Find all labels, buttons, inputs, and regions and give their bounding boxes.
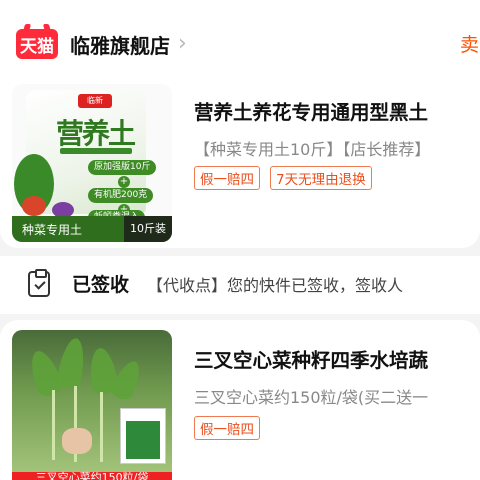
delivery-status-label: 已签收 <box>72 274 130 296</box>
delivery-message: 【代收点】您的快件已签收，签收人 <box>147 275 404 295</box>
image-caption: 三叉空心菜约150粒/袋 <box>12 472 172 480</box>
stem-graphic <box>52 390 55 460</box>
tag-7day-return: 7天无理由退换 <box>270 166 372 190</box>
order-card-2: 三叉空心菜约150粒/袋 三叉空心菜种籽四季水培蔬 三叉空心菜约150粒/袋(买… <box>0 320 480 480</box>
product-image-water-spinach[interactable]: 三叉空心菜约150粒/袋 <box>12 330 172 480</box>
tmall-logo: 天猫 <box>16 29 58 59</box>
strip-right-label: 10斤装 <box>124 216 172 242</box>
seed-pack-graphic <box>120 408 166 464</box>
bag-bullet: 有机肥200克 <box>88 188 154 203</box>
store-name[interactable]: 临雅旗舰店 <box>70 30 170 59</box>
strip-left-label: 种菜专用土 <box>22 223 83 237</box>
delivery-status-row[interactable]: 已签收 【代收点】您的快件已签收，签收人 <box>0 256 480 314</box>
leaf-graphic <box>108 357 146 403</box>
tag-fake-compensation: 假一赔四 <box>194 416 260 440</box>
vegetable-graphic <box>22 196 46 216</box>
plus-icon: + <box>118 176 130 188</box>
hand-graphic <box>62 428 92 454</box>
seller-tag: 卖 <box>460 34 480 56</box>
service-tags: 假一赔四 7天无理由退换 <box>194 166 372 190</box>
product-title[interactable]: 营养土养花专用通用型黑土 <box>194 96 428 125</box>
product-image-soil[interactable]: 临新 营养土 原加强版10斤 + 有机肥200克 + 蚯蚓粪混入 种菜专用土 1… <box>12 84 172 242</box>
product-spec: 【种菜专用土10斤】【店长推荐】 <box>194 140 431 159</box>
bag-headline: 营养土 <box>56 117 136 150</box>
tag-fake-compensation: 假一赔四 <box>194 166 260 190</box>
leaf-graphic <box>55 336 89 390</box>
chevron-right-icon[interactable]: › <box>178 33 187 55</box>
bag-brand-label: 临新 <box>78 94 112 108</box>
image-bottom-strip: 种菜专用土 10斤装 <box>12 216 172 242</box>
store-header[interactable]: 天猫 临雅旗舰店 › <box>16 24 187 64</box>
stem-graphic <box>100 392 103 462</box>
bag-bullet: 原加强版10斤 <box>88 160 157 175</box>
product-title[interactable]: 三叉空心菜种籽四季水培蔬 <box>194 344 428 373</box>
product-spec: 三叉空心菜约150粒/袋(买二送一 <box>194 388 429 407</box>
bag-subline <box>60 148 132 154</box>
service-tags: 假一赔四 <box>194 416 260 440</box>
order-card-1: 天猫 临雅旗舰店 › 卖 临新 营养土 原加强版10斤 + 有机肥200克 + … <box>0 0 480 248</box>
clipboard-check-icon <box>28 268 50 297</box>
